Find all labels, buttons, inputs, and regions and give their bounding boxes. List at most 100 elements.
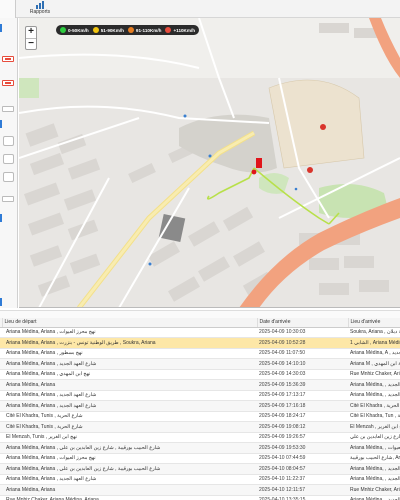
legend-item: +110Km/h [165, 27, 195, 33]
panel-control[interactable] [2, 106, 14, 112]
cell-arrival-date: 2025-04-09 10:52:28 [257, 337, 348, 349]
table-row[interactable]: Ariana Médina, Ariana 2025-04-10 12:11:57… [0, 484, 400, 496]
legend-label: 0-50Km/h [68, 27, 89, 33]
cell-arrival-place: Ariana Médina, A , شارع العهد الجديد [348, 348, 400, 359]
left-panel-strip [0, 18, 18, 308]
cell-arrival-date: 2025-04-09 17:16:18 [257, 400, 348, 412]
cell-arrival-place: Cité El Khadra, Tun , شارع الحرية [348, 411, 400, 422]
table-row[interactable]: Cité El Khadra, Tunis , شارع الحرية 2025-… [0, 421, 400, 433]
table-row[interactable]: Ariana Médina, Ariana , شارع العهد الجدي… [0, 474, 400, 485]
panel-control[interactable] [2, 196, 14, 202]
panel-control[interactable] [2, 80, 14, 86]
panel-accent [0, 24, 2, 32]
cell-arrival-place: Ariana M , نهج عبلة ابن المهدي [348, 358, 400, 370]
zoom-in-button[interactable]: + [26, 27, 36, 38]
legend-item: 91-110Km/h [127, 27, 162, 33]
cell-arrival-place: شارع الحبيب بورقيبة, Ariana [348, 453, 400, 464]
cell-departure: Ariana Médina, Ariana , شارع العهد الجدي… [2, 474, 257, 485]
table-row[interactable]: Ariana Médina, Ariana , شارع الحبيب بورق… [0, 442, 400, 454]
cell-arrival-date: 2025-04-10 08:04:57 [257, 463, 348, 475]
grid-toolbar [0, 310, 400, 318]
map-view[interactable]: + − 0-50Km/h 51-90Km/h 91-110Km/h +110Km… [19, 18, 400, 308]
table-row[interactable]: Ariana Médina, Ariana , شارع الحبيب بورق… [0, 463, 400, 475]
panel-accent [0, 120, 2, 128]
table-row[interactable]: Ariana Médina, Ariana , نهج محرز العيوات… [0, 453, 400, 464]
table-row[interactable]: Ariana Médina, Ariana , نهج محرز العيوات… [0, 327, 400, 338]
reports-label: Rapports [29, 9, 51, 15]
cell-arrival-place: Ariana Médina, , شارع العهد الجديد [348, 495, 400, 500]
cell-departure: Ariana Médina, Ariana , شارع العهد الجدي… [2, 358, 257, 370]
table-row[interactable]: Cité El Khadra, Tunis , شارع الحرية 2025-… [0, 411, 400, 422]
cell-arrival-place: El Menzah , نهج ابن الغرير [348, 421, 400, 433]
legend-label: 91-110Km/h [135, 27, 162, 33]
cell-departure: Ariana Médina, Ariana , شارع العهد الجدي… [2, 400, 257, 412]
panel-field[interactable] [3, 172, 14, 182]
table-row[interactable]: Ariana Médina, Ariana , شارع العهد الجدي… [0, 390, 400, 401]
cell-arrival-date: 2025-04-09 15:36:39 [257, 379, 348, 391]
cell-arrival-place: Ariana Médina, , نهج محرز العيوات [348, 442, 400, 454]
cell-departure: Ariana Médina, Ariana , نهج محرز العيوات [2, 453, 257, 464]
zoom-out-button[interactable]: − [26, 38, 36, 49]
cell-departure: Ariana Médina, Ariana [2, 484, 257, 496]
legend-item: 0-50Km/h [60, 27, 89, 33]
cell-arrival-date: 2025-04-09 17:13:17 [257, 390, 348, 401]
cell-departure: Ariana Médina, Ariana , نهج محرز العيوات [2, 327, 257, 338]
cell-arrival-date: 2025-04-10 12:11:57 [257, 484, 348, 496]
table-row[interactable]: Rue Mnhiz Chaker, Ariana Médina, Ariana2… [0, 495, 400, 500]
trips-table: Lieu de départ Date d'arrivée Lieu d'arr… [0, 318, 400, 500]
table-row[interactable]: El Menzah, Tunis , نهج ابن الغرير 2025-04… [0, 432, 400, 443]
table-row[interactable]: Ariana Médina, Ariana , نهج ابن المهدي 20… [0, 369, 400, 380]
cell-departure: Ariana Médina, Ariana , شارع العهد الجدي… [2, 390, 257, 401]
map-tiles [19, 18, 400, 307]
legend-item: 51-90Km/h [92, 27, 124, 33]
speed-legend: 0-50Km/h 51-90Km/h 91-110Km/h +110Km/h [56, 25, 200, 35]
cell-arrival-place: Ariana Médina, , شارع العهد الجديد [348, 463, 400, 475]
table-row[interactable]: Ariana Médina, Ariana , نهج بسطور 2025-04… [0, 348, 400, 359]
table-row[interactable]: Ariana Médina, Ariana , شارع العهد الجدي… [0, 400, 400, 412]
cell-arrival-place: Ariana Médina, , شارع العهد الجديد [348, 474, 400, 485]
table-row[interactable]: Ariana Médina, Ariana , طريق الوطنية تون… [0, 337, 400, 349]
legend-label: +110Km/h [173, 27, 196, 33]
cell-departure: Ariana Médina, Ariana , شارع الحبيب بورق… [2, 463, 257, 475]
cell-arrival-date: 2025-04-09 19:08:12 [257, 421, 348, 433]
cell-departure: Ariana Médina, Ariana , نهج ابن المهدي [2, 369, 257, 380]
top-toolbar: Rapports [0, 0, 400, 18]
panel-control[interactable] [2, 56, 14, 62]
cell-arrival-place: Cité El Khadra , شارع الحرية [348, 400, 400, 412]
legend-dot [92, 27, 99, 33]
cell-arrival-place: Soukra, Ariana , نهج قطة دبلان [348, 327, 400, 338]
table-row[interactable]: Ariana Médina, Ariana 2025-04-09 15:36:39… [0, 379, 400, 391]
bar-chart-icon [36, 1, 44, 9]
cell-arrival-date: 2025-04-09 19:53:30 [257, 442, 348, 454]
table-row[interactable]: Ariana Médina, Ariana , شارع العهد الجدي… [0, 358, 400, 370]
cell-arrival-place: Rue Mnhiz Chaker, Ariana M [348, 369, 400, 380]
cell-arrival-place: Ariana Médina, , شارع العهد الجديد [348, 379, 400, 391]
cell-arrival-date: 2025-04-09 19:26:57 [257, 432, 348, 443]
cell-arrival-date: 2025-04-10 11:22:37 [257, 474, 348, 485]
cell-arrival-date: 2025-04-09 10:30:03 [257, 327, 348, 338]
cell-arrival-place: Rue Mnhiz Chaker, Ariana M [348, 484, 400, 496]
cell-arrival-date: 2025-04-10 07:44:59 [257, 453, 348, 464]
cell-arrival-place: Ariana Médina, , شارع العهد الجديد [348, 390, 400, 401]
reports-button[interactable]: Rapports [28, 0, 52, 18]
cell-arrival-date: 2025-04-09 11:07:50 [257, 348, 348, 359]
toolbar-edge [0, 0, 16, 18]
cell-departure: Cité El Khadra, Tunis , شارع الحرية [2, 421, 257, 433]
header-arrival-date[interactable]: Date d'arrivée [257, 318, 349, 328]
table-header-row: Lieu de départ Date d'arrivée Lieu d'arr… [0, 318, 400, 328]
panel-accent [0, 214, 2, 222]
cell-departure: Cité El Khadra, Tunis , شارع الحرية [2, 411, 257, 422]
cell-departure: Rue Mnhiz Chaker, Ariana Médina, Ariana [2, 495, 257, 500]
cell-arrival-date: 2025-04-09 14:10:10 [257, 358, 348, 370]
panel-field[interactable] [3, 154, 14, 164]
cell-arrival-date: 2025-04-10 13:35:15 [257, 495, 348, 500]
panel-accent [0, 298, 2, 306]
app-window: Rapports + − 0-50Km/h 51-90Km/h 91-110Km… [0, 0, 400, 500]
header-departure[interactable]: Lieu de départ [2, 318, 258, 328]
cell-departure: Ariana Médina, Ariana , طريق الوطنية تون… [2, 337, 257, 349]
cell-departure: Ariana Médina, Ariana [2, 379, 257, 391]
cell-arrival-date: 2025-04-09 14:30:03 [257, 369, 348, 380]
panel-field[interactable] [3, 136, 14, 146]
cell-arrival-place: شارع زين العابدين بن علي, Ari [348, 432, 400, 443]
header-arrival-place[interactable]: Lieu d'arrivée [348, 318, 400, 328]
